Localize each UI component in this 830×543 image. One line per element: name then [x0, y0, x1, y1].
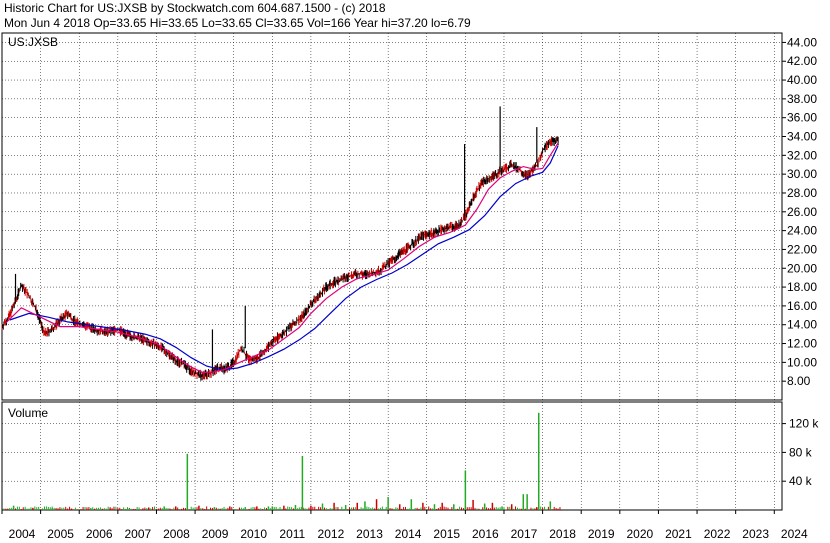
x-tick-label: 2014: [395, 527, 422, 541]
volume-tick-label: 40 k: [789, 474, 813, 488]
x-tick-label: 2008: [163, 527, 190, 541]
price-panel-frame: [1, 32, 783, 401]
x-tick-label: 2016: [472, 527, 499, 541]
chart-header-title: Historic Chart for US:JXSB by Stockwatch…: [4, 1, 386, 15]
x-tick-label: 2022: [704, 527, 731, 541]
price-tick-label: 36.00: [787, 111, 817, 125]
price-tick-label: 30.00: [787, 167, 817, 181]
x-tick-label: 2018: [549, 527, 576, 541]
price-tick-label: 8.00: [787, 374, 811, 388]
x-axis: 2004 2005 2006 2007 2008 2009 2010 2011 2012 2013…: [1, 510, 808, 541]
x-tick-label: 2024: [781, 527, 808, 541]
x-tick-label: 2007: [124, 527, 151, 541]
price-tick-label: 22.00: [787, 242, 817, 256]
x-tick-label: 2011: [279, 527, 305, 541]
price-tick-label: 16.00: [787, 299, 817, 313]
x-tick-label: 2010: [240, 527, 267, 541]
price-tick-label: 28.00: [787, 186, 817, 200]
volume-tick-label: 80 k: [789, 445, 813, 459]
x-tick-label: 2020: [626, 527, 653, 541]
price-tick-label: 26.00: [787, 205, 817, 219]
price-axis: 44.00 42.00 40.00 38.00 36.00 34.00 32.00 30.00…: [782, 35, 817, 388]
x-tick-label: 2004: [9, 527, 36, 541]
x-tick-label: 2012: [318, 527, 345, 541]
price-tick-label: 20.00: [787, 261, 817, 275]
volume-panel-frame: [1, 401, 783, 511]
price-tick-label: 32.00: [787, 148, 817, 162]
symbol-label: US:JXSB: [8, 35, 58, 49]
x-tick-label: 2023: [742, 527, 769, 541]
price-tick-label: 18.00: [787, 280, 817, 294]
price-tick-label: 14.00: [787, 318, 817, 332]
x-tick-label: 2019: [588, 527, 615, 541]
volume-axis: 40 k 80 k 120 k: [782, 417, 819, 488]
price-tick-label: 34.00: [787, 130, 817, 144]
x-tick-label: 2005: [47, 527, 74, 541]
volume-title: Volume: [8, 406, 48, 420]
x-tick-label: 2013: [356, 527, 383, 541]
volume-panel: 40 k 80 k 120 k Volume: [1, 401, 819, 511]
stock-chart: 44.00 42.00 40.00 38.00 36.00 34.00 32.00 30.00…: [1, 32, 819, 541]
volume-tick-label: 120 k: [789, 417, 819, 431]
price-tick-label: 12.00: [787, 337, 817, 351]
price-tick-label: 44.00: [787, 35, 817, 49]
chart-header-quote: Mon Jun 4 2018 Op=33.65 Hi=33.65 Lo=33.6…: [4, 16, 471, 30]
price-tick-label: 10.00: [787, 355, 817, 369]
x-tick-label: 2021: [665, 527, 692, 541]
x-tick-label: 2006: [86, 527, 113, 541]
x-tick-label: 2009: [202, 527, 229, 541]
price-tick-label: 42.00: [787, 54, 817, 68]
price-tick-label: 24.00: [787, 224, 817, 238]
price-tick-label: 38.00: [787, 92, 817, 106]
x-tick-label: 2015: [433, 527, 460, 541]
price-panel: 44.00 42.00 40.00 38.00 36.00 34.00 32.00 30.00…: [1, 32, 817, 401]
price-tick-label: 40.00: [787, 73, 817, 87]
x-tick-label: 2017: [511, 527, 538, 541]
